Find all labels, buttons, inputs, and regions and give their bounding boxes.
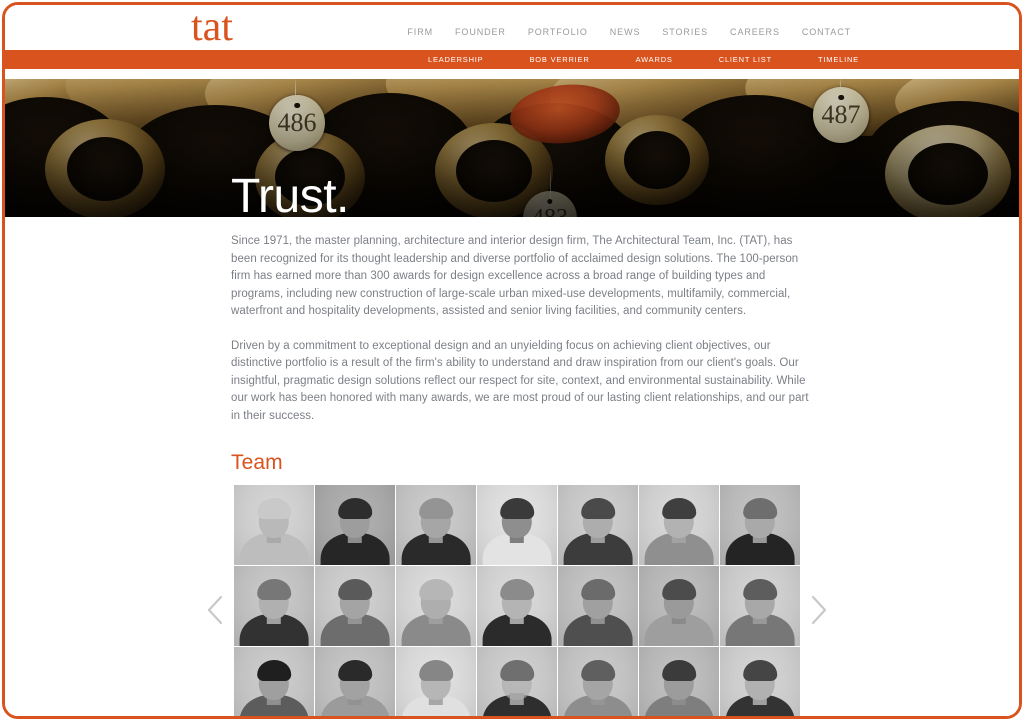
carousel-next-chevron-icon[interactable] [805,593,831,627]
team-member-photo [315,566,395,646]
nav-item-founder[interactable]: FOUNDER [455,27,506,37]
nav-gap-spacer [5,69,1019,79]
nav-item-careers[interactable]: CAREERS [730,27,780,37]
team-member-tile[interactable] [234,566,314,646]
main-navigation: FIRM FOUNDER PORTFOLIO NEWS STORIES CARE… [407,27,851,37]
hero-image-rolled-drawings: 486 483 487 [5,79,1019,217]
team-member-tile[interactable] [315,647,395,716]
team-member-photo [720,566,800,646]
hero-title: Trust. [231,170,349,218]
team-carousel [5,485,1019,716]
team-member-photo [234,566,314,646]
team-member-tile[interactable] [558,485,638,565]
team-member-tile[interactable] [396,566,476,646]
team-member-photo [558,485,638,565]
nav-item-firm[interactable]: FIRM [407,27,433,37]
team-member-tile[interactable] [477,485,557,565]
page-scroll-area[interactable]: tat FIRM FOUNDER PORTFOLIO NEWS STORIES … [5,5,1019,716]
team-member-photo [639,647,719,716]
subnav-item-leadership[interactable]: LEADERSHIP [428,55,484,64]
subnav-item-client-list[interactable]: CLIENT LIST [719,55,772,64]
team-member-tile[interactable] [234,485,314,565]
subnav-item-timeline[interactable]: TIMELINE [818,55,859,64]
team-member-tile[interactable] [639,485,719,565]
team-member-tile[interactable] [558,566,638,646]
team-member-photo [315,647,395,716]
team-member-photo [477,566,557,646]
team-member-photo [396,647,476,716]
nav-item-contact[interactable]: CONTACT [802,27,851,37]
hero-banner: 486 483 487 Trust. [5,79,1019,217]
sub-navigation-bar: LEADERSHIP BOB VERRIER AWARDS CLIENT LIS… [5,50,1019,69]
intro-paragraph-1: Since 1971, the master planning, archite… [231,235,799,317]
nav-item-news[interactable]: NEWS [610,27,641,37]
carousel-prev-chevron-icon[interactable] [203,593,229,627]
subnav-item-awards[interactable]: AWARDS [636,55,673,64]
team-member-tile[interactable] [234,647,314,716]
hero-overlay-gradient [5,79,1019,217]
team-member-tile[interactable] [720,566,800,646]
team-member-tile[interactable] [558,647,638,716]
team-member-photo [558,647,638,716]
team-member-tile[interactable] [477,566,557,646]
main-content: Since 1971, the master planning, archite… [5,217,1019,716]
nav-item-stories[interactable]: STORIES [662,27,708,37]
team-member-tile[interactable] [720,647,800,716]
site-header: tat FIRM FOUNDER PORTFOLIO NEWS STORIES … [5,5,1019,50]
team-member-tile[interactable] [396,485,476,565]
team-member-photo [477,485,557,565]
team-member-photo [558,566,638,646]
team-member-photo [720,647,800,716]
team-member-tile[interactable] [720,485,800,565]
nav-item-portfolio[interactable]: PORTFOLIO [528,27,588,37]
team-member-tile[interactable] [315,566,395,646]
team-member-tile[interactable] [639,566,719,646]
site-logo[interactable]: tat [191,5,233,51]
team-member-photo [234,647,314,716]
team-member-tile[interactable] [315,485,395,565]
team-member-photo [234,485,314,565]
browser-frame: tat FIRM FOUNDER PORTFOLIO NEWS STORIES … [2,2,1022,719]
team-member-photo [396,566,476,646]
team-member-photo [639,566,719,646]
sub-navigation-items: LEADERSHIP BOB VERRIER AWARDS CLIENT LIS… [428,50,859,69]
intro-paragraph-2: Driven by a commitment to exceptional de… [231,339,809,422]
team-member-tile[interactable] [477,647,557,716]
team-section-heading: Team [231,451,283,474]
team-member-photo [315,485,395,565]
team-member-photo [720,485,800,565]
subnav-item-bob-verrier[interactable]: BOB VERRIER [530,55,590,64]
team-member-grid [234,485,800,716]
team-member-photo [639,485,719,565]
team-member-photo [477,647,557,716]
team-member-tile[interactable] [639,647,719,716]
team-member-photo [396,485,476,565]
team-member-tile[interactable] [396,647,476,716]
